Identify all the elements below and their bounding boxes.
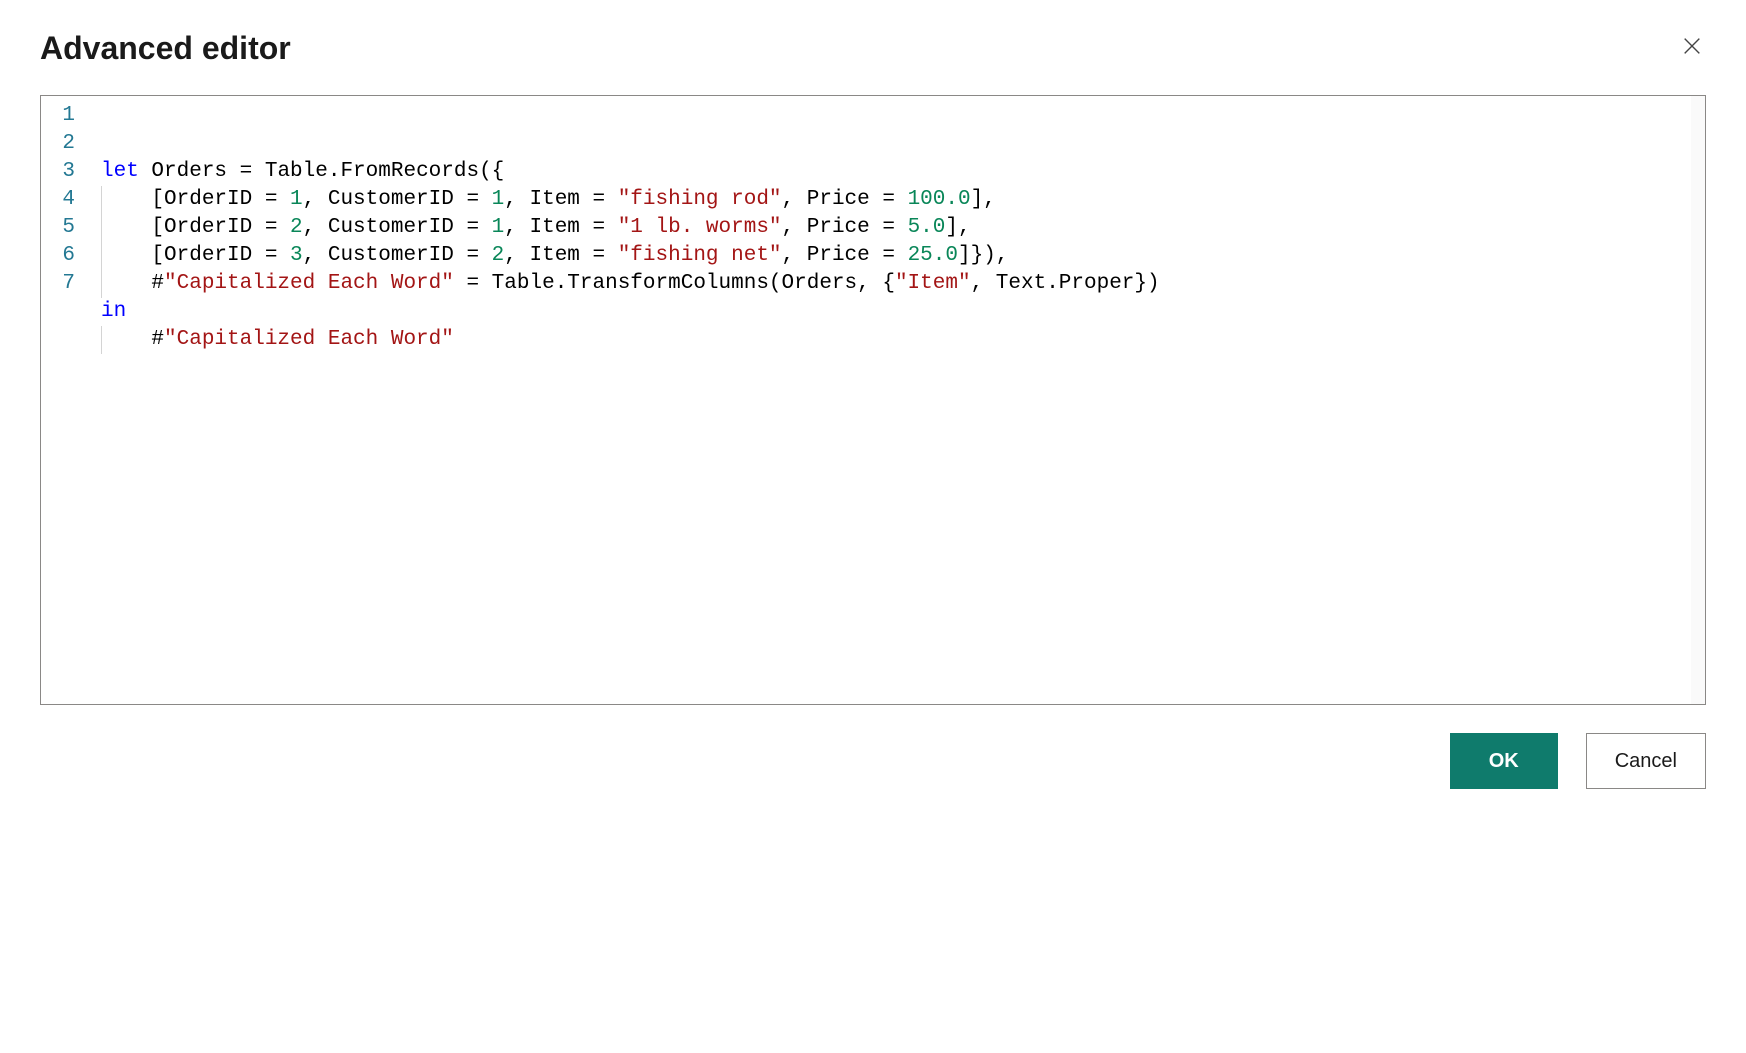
code-token: , Price =: [782, 216, 908, 239]
code-token: in: [101, 300, 126, 323]
code-token: 1: [492, 216, 505, 239]
code-token: 3: [290, 244, 303, 267]
code-token: , Item =: [504, 216, 617, 239]
code-token: , Price =: [782, 244, 908, 267]
code-token: #: [101, 272, 164, 295]
code-token: ],: [971, 188, 996, 211]
code-line[interactable]: let Orders = Table.FromRecords({: [101, 158, 1705, 186]
code-area[interactable]: let Orders = Table.FromRecords({ [OrderI…: [93, 96, 1705, 704]
code-token: "Item": [895, 272, 971, 295]
line-number: 4: [41, 186, 93, 214]
code-token: let: [101, 160, 151, 183]
code-token: = Table.TransformColumns(Orders, {: [454, 272, 895, 295]
code-token: "fishing rod": [618, 188, 782, 211]
line-number: 5: [41, 214, 93, 242]
code-token: 1: [492, 188, 505, 211]
line-number: 2: [41, 130, 93, 158]
code-token: 5.0: [908, 216, 946, 239]
code-token: "1 lb. worms": [618, 216, 782, 239]
code-token: , CustomerID =: [303, 188, 492, 211]
code-token: [OrderID =: [101, 216, 290, 239]
code-token: "fishing net": [618, 244, 782, 267]
close-button[interactable]: [1678, 35, 1706, 63]
indent-guide: [101, 270, 102, 298]
code-line[interactable]: in: [101, 298, 1705, 326]
code-token: , Item =: [504, 244, 617, 267]
code-token: 100.0: [908, 188, 971, 211]
dialog-header: Advanced editor: [40, 30, 1706, 67]
code-token: "Capitalized Each Word": [164, 328, 454, 351]
line-number: 1: [41, 102, 93, 130]
line-number: 7: [41, 270, 93, 298]
code-token: [OrderID =: [101, 244, 290, 267]
code-token: [OrderID =: [101, 188, 290, 211]
code-token: , Price =: [782, 188, 908, 211]
code-token: 2: [492, 244, 505, 267]
code-editor[interactable]: 1234567 let Orders = Table.FromRecords({…: [40, 95, 1706, 705]
code-token: #: [101, 328, 164, 351]
code-token: Orders = Table.FromRecords({: [151, 160, 504, 183]
code-token: ],: [945, 216, 970, 239]
code-token: , Item =: [504, 188, 617, 211]
close-icon: [1681, 35, 1703, 62]
vertical-scrollbar[interactable]: [1691, 96, 1705, 704]
line-number: 3: [41, 158, 93, 186]
line-number-gutter: 1234567: [41, 96, 93, 704]
code-line[interactable]: [OrderID = 1, CustomerID = 1, Item = "fi…: [101, 186, 1705, 214]
code-line[interactable]: #"Capitalized Each Word" = Table.Transfo…: [101, 270, 1705, 298]
code-token: "Capitalized Each Word": [164, 272, 454, 295]
code-token: , Text.Proper}): [971, 272, 1160, 295]
code-token: 25.0: [908, 244, 958, 267]
indent-guide: [101, 326, 102, 354]
ok-button[interactable]: OK: [1450, 733, 1558, 789]
cancel-button[interactable]: Cancel: [1586, 733, 1706, 789]
code-token: 2: [290, 216, 303, 239]
code-line[interactable]: [OrderID = 2, CustomerID = 1, Item = "1 …: [101, 214, 1705, 242]
indent-guide: [101, 214, 102, 242]
code-token: 1: [290, 188, 303, 211]
code-line[interactable]: #"Capitalized Each Word": [101, 326, 1705, 354]
indent-guide: [101, 186, 102, 214]
code-token: , CustomerID =: [303, 216, 492, 239]
indent-guide: [101, 242, 102, 270]
code-token: , CustomerID =: [303, 244, 492, 267]
code-token: ]}),: [958, 244, 1008, 267]
code-line[interactable]: [OrderID = 3, CustomerID = 2, Item = "fi…: [101, 242, 1705, 270]
dialog-title: Advanced editor: [40, 30, 291, 67]
dialog-footer: OK Cancel: [40, 733, 1706, 789]
line-number: 6: [41, 242, 93, 270]
